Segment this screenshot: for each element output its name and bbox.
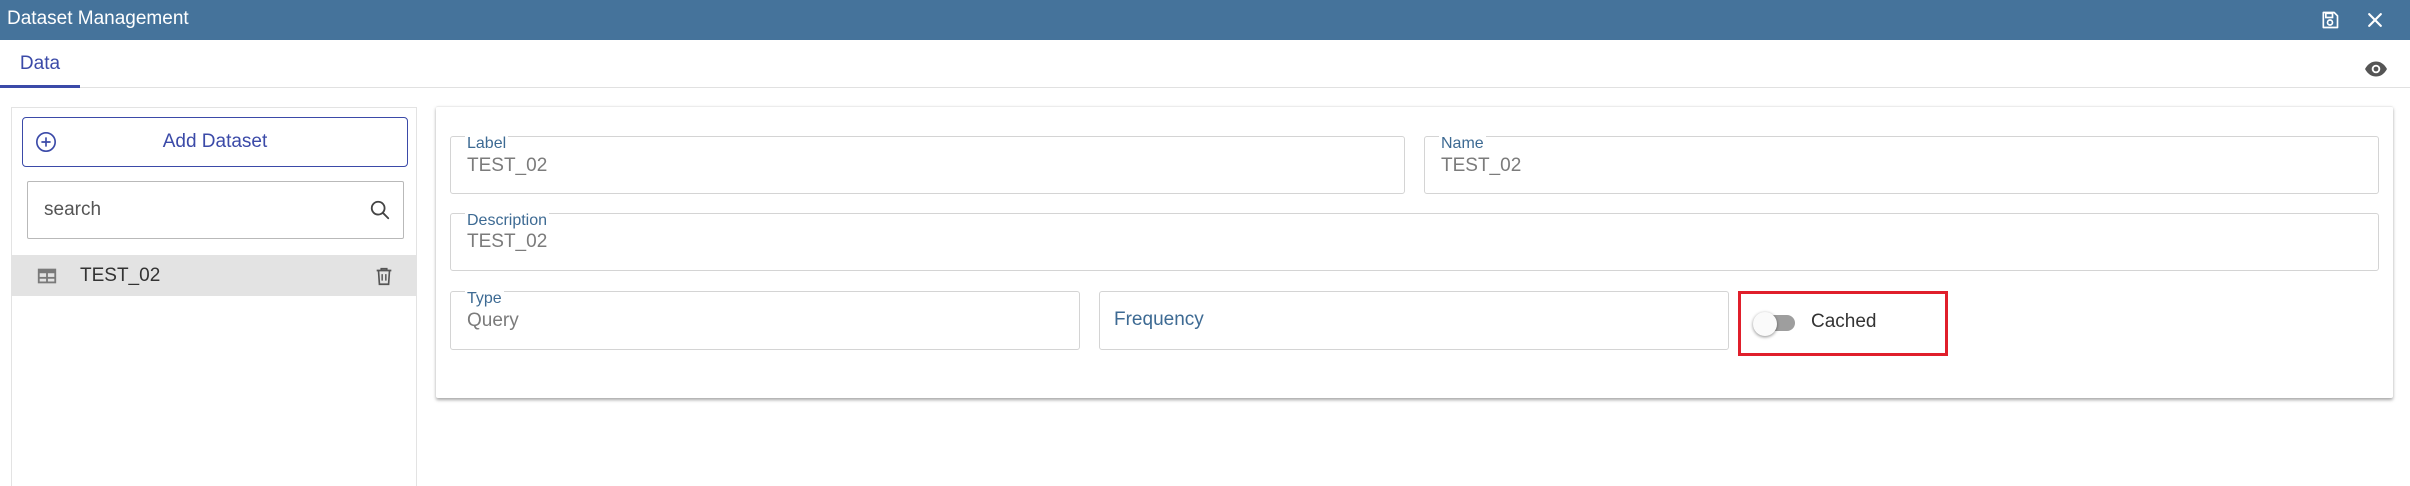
description-field-label: Description	[465, 212, 550, 230]
frequency-field[interactable]: Frequency	[1099, 291, 1729, 350]
search-box	[27, 181, 404, 239]
active-tab-indicator	[0, 85, 80, 88]
name-field-value: TEST_02	[1441, 155, 1522, 176]
description-field[interactable]: Description TEST_02	[450, 212, 2379, 271]
trash-icon[interactable]	[373, 264, 395, 288]
search-icon[interactable]	[369, 199, 391, 221]
eye-icon	[2365, 61, 2387, 77]
close-button[interactable]	[2361, 6, 2389, 34]
type-field[interactable]: Type Query	[450, 290, 1080, 350]
cached-toggle-highlight: Cached	[1738, 291, 1948, 356]
frequency-field-value: Frequency	[1114, 309, 1204, 330]
name-field-label: Name	[1439, 135, 1486, 153]
table-icon	[37, 268, 57, 284]
search-input[interactable]	[28, 182, 358, 238]
tab-data-label: Data	[19, 53, 61, 74]
name-field[interactable]: Name TEST_02	[1424, 135, 2379, 194]
type-field-label: Type	[465, 290, 504, 308]
dataset-list-panel: Add Dataset TEST_02	[11, 107, 417, 486]
label-field[interactable]: Label TEST_02	[450, 135, 1405, 194]
label-field-value: TEST_02	[467, 155, 548, 176]
dataset-list-item[interactable]: TEST_02	[12, 255, 416, 296]
dataset-name: TEST_02	[80, 265, 161, 286]
save-button[interactable]	[2316, 6, 2344, 34]
title-bar: Dataset Management	[0, 0, 2410, 40]
add-dataset-label: Add Dataset	[162, 131, 268, 152]
type-field-value: Query	[467, 310, 519, 331]
floppy-disk-icon	[2322, 11, 2339, 29]
close-icon	[2368, 13, 2382, 27]
add-dataset-button[interactable]: Add Dataset	[22, 117, 408, 167]
window-title: Dataset Management	[7, 8, 189, 29]
tab-bar: Data	[0, 40, 2410, 88]
tab-data[interactable]: Data	[0, 40, 80, 88]
cached-label: Cached	[1811, 311, 1877, 332]
description-field-value: TEST_02	[467, 231, 548, 252]
cached-toggle[interactable]	[1751, 308, 1807, 338]
toggle-thumb	[1753, 312, 1777, 336]
preview-button[interactable]	[2361, 54, 2391, 84]
label-field-label: Label	[465, 135, 509, 153]
